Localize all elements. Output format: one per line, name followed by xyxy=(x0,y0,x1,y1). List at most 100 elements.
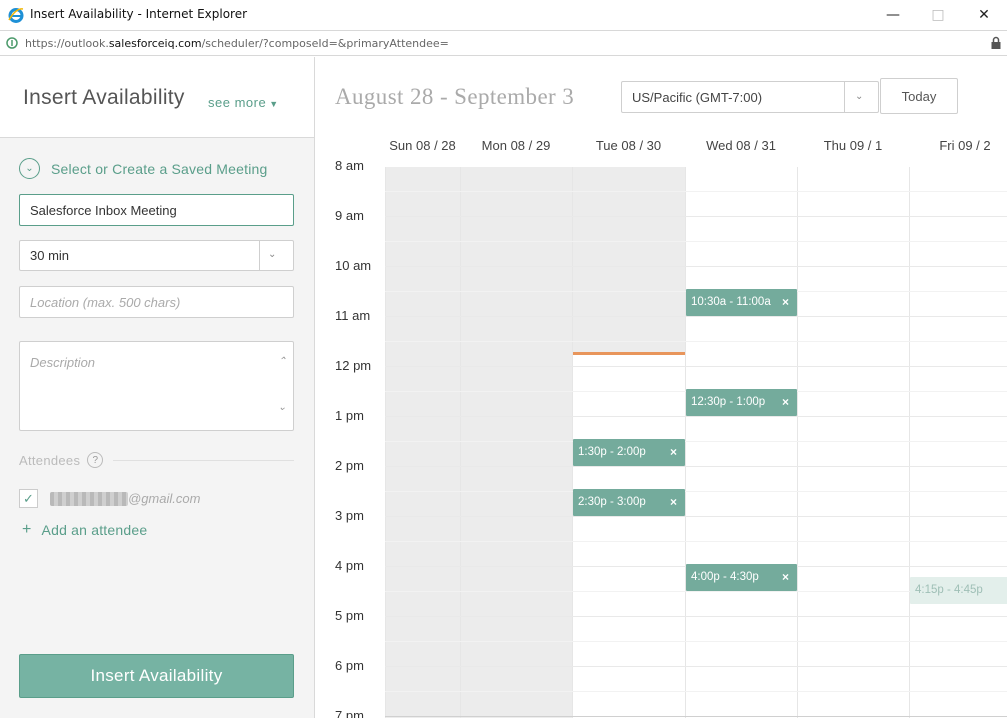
current-time-indicator xyxy=(573,352,685,355)
hour-label: 3 pm xyxy=(335,508,364,523)
attendee-checkbox[interactable]: ✓ xyxy=(19,489,38,508)
url-path: /scheduler/?composeId=&primaryAttendee= xyxy=(201,37,449,50)
hour-label: 1 pm xyxy=(335,408,364,423)
availability-slot[interactable]: 4:00p - 4:30p × xyxy=(686,564,797,591)
availability-slot[interactable]: 10:30a - 11:00a × xyxy=(686,289,797,316)
hour-label: 4 pm xyxy=(335,558,364,573)
half-hour-gridline xyxy=(385,541,1007,542)
duration-value: 30 min xyxy=(30,248,70,263)
slot-label: 4:00p - 4:30p xyxy=(691,571,759,583)
remove-slot-icon[interactable]: × xyxy=(782,295,789,309)
day-header: Tue 08 / 30 xyxy=(595,138,662,153)
window-title: Insert Availability - Internet Explorer xyxy=(30,7,248,21)
saved-meeting-toggle[interactable]: ⌄ Select or Create a Saved Meeting xyxy=(19,158,268,179)
add-attendee-link[interactable]: + Add an attendee xyxy=(22,521,147,539)
half-hour-gridline xyxy=(385,441,1007,442)
availability-slot[interactable]: 1:30p - 2:00p × xyxy=(573,439,685,466)
address-bar[interactable]: https://outlook.salesforceiq.com/schedul… xyxy=(0,30,1007,56)
day-header: Fri 09 / 2 xyxy=(939,138,991,153)
slot-label: 12:30p - 1:00p xyxy=(691,396,766,408)
hour-label: 12 pm xyxy=(335,358,372,373)
half-hour-gridline xyxy=(385,691,1007,692)
help-icon[interactable]: ? xyxy=(87,452,104,468)
see-more-link[interactable]: see more ▼ xyxy=(208,95,279,110)
hour-gridline xyxy=(385,366,1007,367)
maximize-button[interactable]: □ xyxy=(915,0,961,30)
hour-label: 8 am xyxy=(335,158,364,173)
day-header: Thu 09 / 1 xyxy=(823,138,883,153)
hour-label: 5 pm xyxy=(335,608,364,623)
day-column[interactable] xyxy=(909,167,1007,718)
slot-label: 1:30p - 2:00p xyxy=(578,446,646,458)
window-titlebar: Insert Availability - Internet Explorer … xyxy=(0,0,1007,30)
scroll-down-icon[interactable]: ⌄ xyxy=(278,402,286,413)
today-button[interactable]: Today xyxy=(880,78,958,114)
day-column[interactable] xyxy=(797,167,909,718)
hour-gridline xyxy=(385,666,1007,667)
hour-gridline xyxy=(385,216,1007,217)
availability-slot[interactable]: 4:15p - 4:45p xyxy=(910,576,1007,604)
checkmark-icon: ✓ xyxy=(23,490,34,506)
url-text[interactable]: https://outlook.salesforceiq.com/schedul… xyxy=(25,37,449,50)
remove-slot-icon[interactable]: × xyxy=(782,395,789,409)
hour-label: 6 pm xyxy=(335,658,364,673)
hour-gridline xyxy=(385,466,1007,467)
sidebar-header: Insert Availability see more ▼ xyxy=(0,57,314,138)
half-hour-gridline xyxy=(385,341,1007,342)
date-range-title: August 28 - September 3 xyxy=(335,84,575,109)
timezone-select[interactable]: US/Pacific (GMT-7:00) ⌄ xyxy=(621,81,879,113)
maximize-icon: □ xyxy=(931,7,945,23)
calendar-panel: August 28 - September 3 US/Pacific (GMT-… xyxy=(315,57,1007,718)
add-attendee-label: Add an attendee xyxy=(41,522,148,538)
day-column[interactable] xyxy=(385,167,460,718)
sidebar: Insert Availability see more ▼ ⌄ Select o… xyxy=(0,57,315,718)
timezone-value: US/Pacific (GMT-7:00) xyxy=(632,90,763,105)
slot-label: 10:30a - 11:00a xyxy=(691,296,771,308)
day-header: Mon 08 / 29 xyxy=(481,138,551,153)
remove-slot-icon[interactable]: × xyxy=(782,570,789,584)
hour-gridline xyxy=(385,266,1007,267)
availability-slot[interactable]: 2:30p - 3:00p × xyxy=(573,489,685,516)
close-button[interactable]: ✕ xyxy=(961,0,1007,30)
plus-icon: + xyxy=(22,521,32,538)
minimize-button[interactable]: — xyxy=(870,0,916,30)
slot-label: 4:15p - 4:45p xyxy=(915,583,983,596)
hour-gridline xyxy=(385,316,1007,317)
remove-slot-icon[interactable]: × xyxy=(670,445,677,459)
remove-slot-icon[interactable]: × xyxy=(670,495,677,509)
url-domain: salesforceiq.com xyxy=(108,37,202,50)
calendar-grid[interactable]: 10:30a - 11:00a × 12:30p - 1:00p × 1:30p - 2… xyxy=(385,167,1007,718)
lock-icon[interactable] xyxy=(990,36,1002,50)
description-placeholder: Description xyxy=(30,355,96,370)
attendee-email: @gmail.com xyxy=(128,491,201,506)
scroll-up-icon[interactable]: ⌃ xyxy=(278,356,286,367)
day-column[interactable] xyxy=(460,167,572,718)
see-more-label: see more xyxy=(208,95,267,110)
hour-gridline xyxy=(385,516,1007,517)
day-column[interactable] xyxy=(685,167,797,718)
meeting-name-input[interactable]: Salesforce Inbox Meeting xyxy=(19,194,294,226)
half-hour-gridline xyxy=(385,241,1007,242)
hour-label: 9 am xyxy=(335,208,364,223)
half-hour-gridline xyxy=(385,491,1007,492)
location-input[interactable]: Location (max. 500 chars) xyxy=(19,286,294,318)
grid-bottom-border xyxy=(385,716,1007,717)
chevron-down-circle-icon: ⌄ xyxy=(19,158,40,179)
hour-label: 2 pm xyxy=(335,458,364,473)
hour-gridline xyxy=(385,616,1007,617)
chevron-down-icon: ⌄ xyxy=(268,249,277,260)
saved-meeting-label: Select or Create a Saved Meeting xyxy=(51,160,268,177)
availability-slot[interactable]: 12:30p - 1:00p × xyxy=(686,389,797,416)
chevron-down-icon: ⌄ xyxy=(855,91,864,102)
hour-label: 11 am xyxy=(335,308,371,323)
page-icon xyxy=(6,37,18,49)
insert-availability-button[interactable]: Insert Availability xyxy=(19,654,294,698)
duration-select[interactable]: 30 min ⌄ xyxy=(19,240,294,271)
description-textarea[interactable]: Description ⌃ ⌄ xyxy=(19,341,294,431)
day-header: Wed 08 / 31 xyxy=(706,138,776,153)
redacted-text xyxy=(50,491,128,506)
select-divider xyxy=(259,241,260,270)
minimize-icon: — xyxy=(886,7,900,23)
hour-gridline xyxy=(385,416,1007,417)
hour-label: 10 am xyxy=(335,258,372,273)
